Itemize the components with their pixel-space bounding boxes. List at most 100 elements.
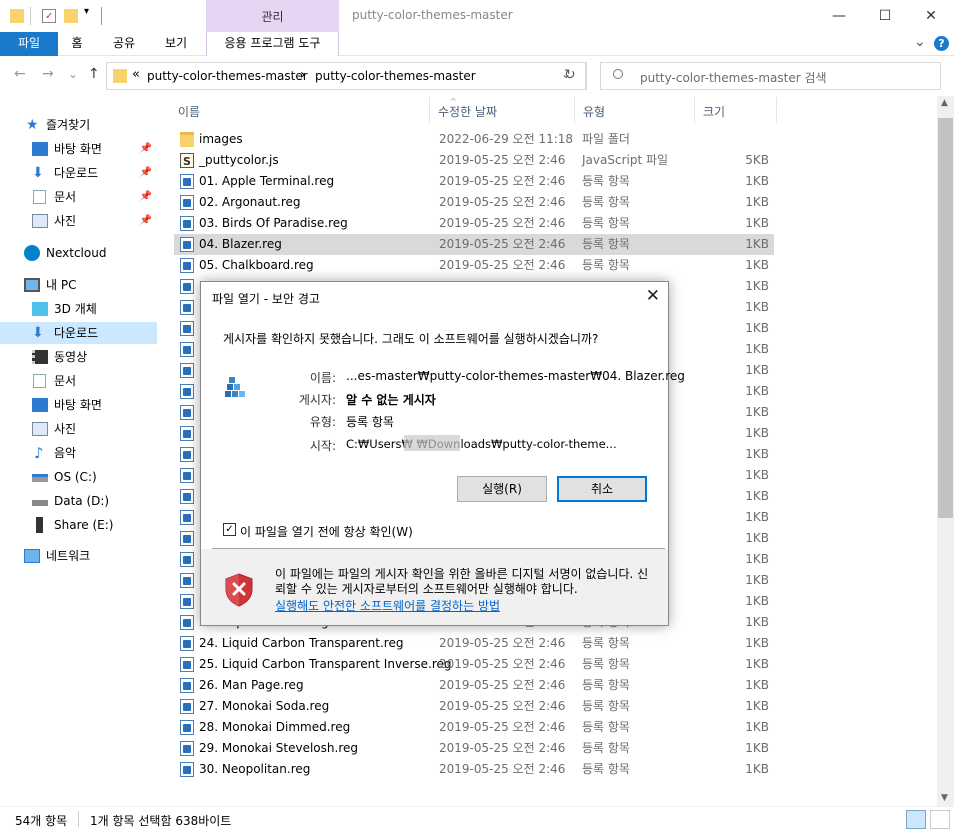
column-header-type[interactable]: 유형 bbox=[583, 103, 605, 120]
file-size: 1KB bbox=[745, 657, 769, 671]
dialog-close-button[interactable]: ✕ bbox=[646, 286, 660, 306]
field-name-label: 이름: bbox=[309, 371, 336, 385]
nav-item-network[interactable]: 네트워크 bbox=[22, 545, 152, 567]
nav-item-videos[interactable]: 동영상 bbox=[30, 346, 156, 368]
nav-item-desktop[interactable]: 바탕 화면 bbox=[30, 394, 156, 416]
folder-icon bbox=[180, 132, 194, 147]
file-row[interactable]: 02. Argonaut.reg 2019-05-25 오전 2:46 등록 항목 1… bbox=[174, 192, 774, 213]
file-row[interactable]: 25. Liquid Carbon Transparent Inverse.re… bbox=[174, 654, 774, 675]
window-title: putty-color-themes-master bbox=[352, 8, 513, 22]
quick-access-dropdown-icon[interactable]: ▾ bbox=[84, 6, 89, 17]
recent-locations-button[interactable]: ⌄ bbox=[68, 67, 78, 81]
maximize-button[interactable]: ☐ bbox=[862, 0, 908, 32]
file-date: 2019-05-25 오전 2:46 bbox=[439, 174, 566, 188]
breadcrumb-segment[interactable]: putty-color-themes-master bbox=[315, 69, 476, 83]
file-type: 등록 항목 bbox=[582, 195, 630, 209]
run-button[interactable]: 실행(R) bbox=[457, 476, 547, 502]
drive-icon bbox=[32, 474, 48, 482]
file-row[interactable]: 04. Blazer.reg 2019-05-25 오전 2:46 등록 항목 1KB bbox=[174, 234, 774, 255]
new-folder-icon[interactable] bbox=[64, 9, 78, 23]
address-bar[interactable]: « putty-color-themes-master › putty-colo… bbox=[106, 62, 586, 90]
close-button[interactable]: ✕ bbox=[908, 0, 954, 32]
column-divider[interactable] bbox=[429, 97, 430, 123]
pc-icon bbox=[24, 278, 40, 292]
nav-item-label: Data (D:) bbox=[54, 494, 110, 508]
file-date: 2019-05-25 오전 2:46 bbox=[439, 258, 566, 272]
breadcrumb-separator-icon[interactable]: › bbox=[300, 67, 306, 83]
file-row[interactable]: 30. Neopolitan.reg 2019-05-25 오전 2:46 등록 항… bbox=[174, 759, 774, 780]
cancel-button[interactable]: 취소 bbox=[557, 476, 647, 502]
always-ask-checkbox[interactable]: ✓ bbox=[223, 523, 236, 536]
nav-item-desktop-pinned[interactable]: 바탕 화면 📌 bbox=[30, 138, 156, 160]
divider bbox=[30, 7, 31, 25]
large-icons-view-icon[interactable] bbox=[930, 810, 950, 829]
nav-item-downloads[interactable]: ⬇ 다운로드 bbox=[0, 322, 157, 344]
file-row[interactable]: 26. Man Page.reg 2019-05-25 오전 2:46 등록 항목 1… bbox=[174, 675, 774, 696]
search-icon bbox=[613, 69, 623, 79]
nav-item-documents[interactable]: 문서 bbox=[30, 370, 156, 392]
breadcrumb-segment[interactable]: putty-color-themes-master bbox=[147, 69, 308, 83]
column-divider[interactable] bbox=[694, 97, 695, 123]
tab-file[interactable]: 파일 bbox=[0, 32, 58, 56]
file-row[interactable]: 29. Monokai Stevelosh.reg 2019-05-25 오전 2… bbox=[174, 738, 774, 759]
ribbon-collapse-icon[interactable]: ⌄ bbox=[914, 34, 926, 50]
file-size: 1KB bbox=[745, 447, 769, 461]
tab-application-tools[interactable]: 응용 프로그램 도구 bbox=[206, 32, 339, 56]
nav-item-pictures[interactable]: 사진 bbox=[30, 418, 156, 440]
refresh-button[interactable]: ↻ bbox=[564, 67, 576, 83]
always-ask-label[interactable]: 이 파일을 열기 전에 항상 확인(W) bbox=[240, 523, 413, 540]
nav-item-documents-pinned[interactable]: 문서 📌 bbox=[30, 186, 156, 208]
download-icon: ⬇ bbox=[32, 325, 44, 341]
document-icon bbox=[33, 190, 46, 204]
nav-item-label: 즐겨찾기 bbox=[46, 118, 91, 132]
file-row[interactable]: 24. Liquid Carbon Transparent.reg 2019-05… bbox=[174, 633, 774, 654]
nav-item-drive-c[interactable]: OS (C:) bbox=[30, 466, 156, 488]
details-view-icon[interactable] bbox=[906, 810, 926, 829]
back-button[interactable]: ← bbox=[14, 66, 26, 82]
forward-button[interactable]: → bbox=[42, 66, 54, 82]
nav-item-drive-e[interactable]: Share (E:) bbox=[30, 514, 156, 536]
download-icon: ⬇ bbox=[32, 165, 44, 181]
tab-view[interactable]: 보기 bbox=[154, 32, 198, 56]
file-row[interactable]: 03. Birds Of Paradise.reg 2019-05-25 오전 2… bbox=[174, 213, 774, 234]
column-divider[interactable] bbox=[776, 97, 777, 123]
file-row[interactable]: images 2022-06-29 오전 11:18 파일 폴더 bbox=[174, 129, 774, 150]
nav-item-music[interactable]: ♪ 음악 bbox=[30, 442, 156, 464]
nav-item-nextcloud[interactable]: Nextcloud bbox=[22, 242, 152, 264]
file-row[interactable]: 27. Monokai Soda.reg 2019-05-25 오전 2:46 등록… bbox=[174, 696, 774, 717]
file-row[interactable]: 05. Chalkboard.reg 2019-05-25 오전 2:46 등록 항… bbox=[174, 255, 774, 276]
column-header-size[interactable]: 크기 bbox=[703, 103, 725, 120]
nav-item-3d-objects[interactable]: 3D 개체 bbox=[30, 298, 156, 320]
file-row[interactable]: 28. Monokai Dimmed.reg 2019-05-25 오전 2:46… bbox=[174, 717, 774, 738]
nav-item-quick-access[interactable]: ★ 즐겨찾기 bbox=[22, 114, 152, 136]
file-type: 등록 항목 bbox=[582, 258, 630, 272]
scroll-up-icon[interactable]: ▲ bbox=[941, 98, 948, 108]
file-row[interactable]: _puttycolor.js 2019-05-25 오전 2:46 JavaScri… bbox=[174, 150, 774, 172]
column-divider[interactable] bbox=[574, 97, 575, 123]
registry-file-icon bbox=[180, 657, 194, 672]
help-icon[interactable]: ? bbox=[934, 36, 949, 51]
file-size: 1KB bbox=[745, 573, 769, 587]
tab-share[interactable]: 공유 bbox=[102, 32, 146, 56]
path-overflow-icon[interactable]: « bbox=[132, 67, 140, 82]
file-size: 1KB bbox=[745, 594, 769, 608]
column-header-date[interactable]: 수정한 날짜 bbox=[438, 103, 497, 120]
nav-item-downloads-pinned[interactable]: ⬇ 다운로드 📌 bbox=[30, 162, 156, 184]
nav-item-drive-d[interactable]: Data (D:) bbox=[30, 490, 156, 512]
registry-file-icon bbox=[180, 321, 194, 336]
tab-home[interactable]: 홈 bbox=[58, 32, 96, 56]
scroll-down-icon[interactable]: ▼ bbox=[941, 793, 948, 803]
column-header-name[interactable]: 이름 bbox=[178, 103, 200, 120]
file-row[interactable]: 01. Apple Terminal.reg 2019-05-25 오전 2:46… bbox=[174, 171, 774, 192]
nav-item-pictures-pinned[interactable]: 사진 📌 bbox=[30, 210, 156, 232]
file-date: 2019-05-25 오전 2:46 bbox=[439, 636, 566, 650]
minimize-button[interactable]: — bbox=[816, 0, 862, 32]
nav-item-this-pc[interactable]: 내 PC bbox=[22, 274, 152, 296]
scrollbar-thumb[interactable] bbox=[938, 118, 953, 518]
properties-icon[interactable]: ✓ bbox=[42, 9, 56, 23]
help-link[interactable]: 실행해도 안전한 소프트웨어를 결정하는 방법 bbox=[275, 597, 500, 614]
up-button[interactable]: ↑ bbox=[88, 66, 100, 82]
search-input[interactable]: putty-color-themes-master 검색 bbox=[600, 62, 941, 90]
pin-icon: 📌 bbox=[139, 143, 152, 154]
file-date: 2019-05-25 오전 2:46 bbox=[439, 153, 566, 167]
